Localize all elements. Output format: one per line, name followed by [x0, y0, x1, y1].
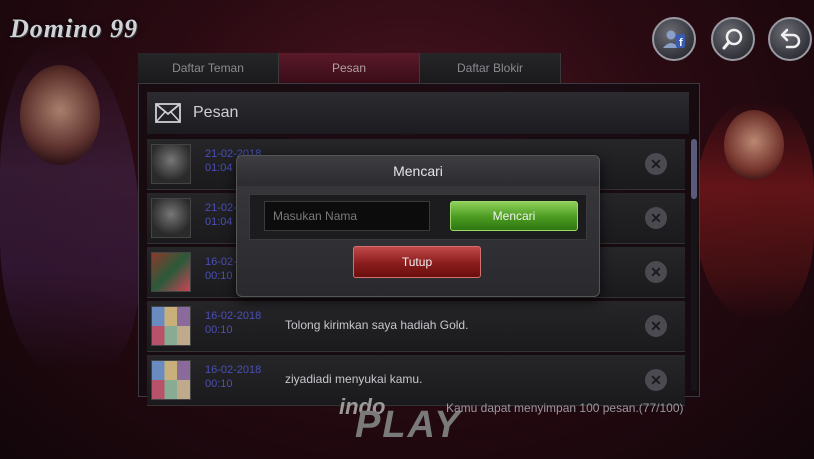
- tab-block-list[interactable]: Daftar Blokir: [420, 53, 561, 83]
- time-text: 01:04: [205, 216, 233, 228]
- date-text: 16-02-2018: [205, 364, 262, 376]
- close-icon: ✕: [650, 155, 662, 172]
- list-item[interactable]: 16-02-2018 00:10 ziyadiadi menyukai kamu.…: [147, 355, 685, 406]
- delete-message-button[interactable]: ✕: [645, 207, 667, 229]
- time-text: 00:10: [205, 378, 233, 390]
- name-search-input[interactable]: [264, 201, 430, 231]
- date-text: 16-02-2018: [205, 310, 262, 322]
- search-submit-button[interactable]: Mencari: [450, 201, 578, 231]
- message-text: ziyadiadi menyukai kamu.: [285, 372, 423, 386]
- close-icon: ✕: [650, 371, 662, 388]
- back-icon: [780, 28, 801, 49]
- delete-message-button[interactable]: ✕: [645, 153, 667, 175]
- delete-message-button[interactable]: ✕: [645, 369, 667, 391]
- avatar: [151, 144, 191, 184]
- avatar: [151, 252, 191, 292]
- tab-friend-list[interactable]: Daftar Teman: [138, 53, 279, 83]
- search-row: Mencari: [249, 194, 587, 240]
- time-text: 00:10: [205, 270, 233, 282]
- avatar: [151, 306, 191, 346]
- scrollbar-thumb[interactable]: [691, 139, 697, 199]
- search-icon: [722, 28, 743, 50]
- dialog-title: Mencari: [237, 156, 599, 186]
- panel-title: Pesan: [193, 104, 239, 121]
- tab-messages[interactable]: Pesan: [279, 53, 420, 83]
- close-icon: ✕: [650, 209, 662, 226]
- message-date: 16-02-2018 00:10: [205, 363, 261, 391]
- app-logo: Domino 99: [10, 14, 139, 43]
- panel-header: Pesan: [147, 92, 689, 134]
- friend-invite-button[interactable]: f: [652, 17, 696, 61]
- user-facebook-icon: f: [663, 30, 685, 49]
- message-date: 16-02-2018 00:10: [205, 309, 261, 337]
- avatar: [151, 360, 191, 400]
- avatar: [151, 198, 191, 238]
- list-item[interactable]: 16-02-2018 00:10 Tolong kirimkan saya had…: [147, 301, 685, 352]
- tab-bar: Daftar Teman Pesan Daftar Blokir: [138, 53, 561, 83]
- character-illustration-left: [0, 40, 140, 370]
- message-text: Tolong kirimkan saya hadiah Gold.: [285, 318, 469, 332]
- time-text: 00:10: [205, 324, 233, 336]
- delete-message-button[interactable]: ✕: [645, 261, 667, 283]
- svg-text:f: f: [679, 37, 683, 49]
- character-illustration-right: [694, 100, 814, 320]
- close-dialog-button[interactable]: Tutup: [353, 246, 481, 278]
- delete-message-button[interactable]: ✕: [645, 315, 667, 337]
- character-head: [20, 65, 100, 165]
- character-head: [724, 110, 784, 180]
- scrollbar[interactable]: [691, 139, 697, 391]
- close-icon: ✕: [650, 263, 662, 280]
- time-text: 01:04: [205, 162, 233, 174]
- search-button[interactable]: [711, 17, 755, 61]
- envelope-icon: [153, 100, 183, 126]
- back-button[interactable]: [768, 17, 812, 61]
- storage-note: Kamu dapat menyimpan 100 pesan.(77/100): [446, 401, 684, 415]
- search-dialog: Mencari Mencari Tutup: [236, 155, 600, 297]
- close-icon: ✕: [650, 317, 662, 334]
